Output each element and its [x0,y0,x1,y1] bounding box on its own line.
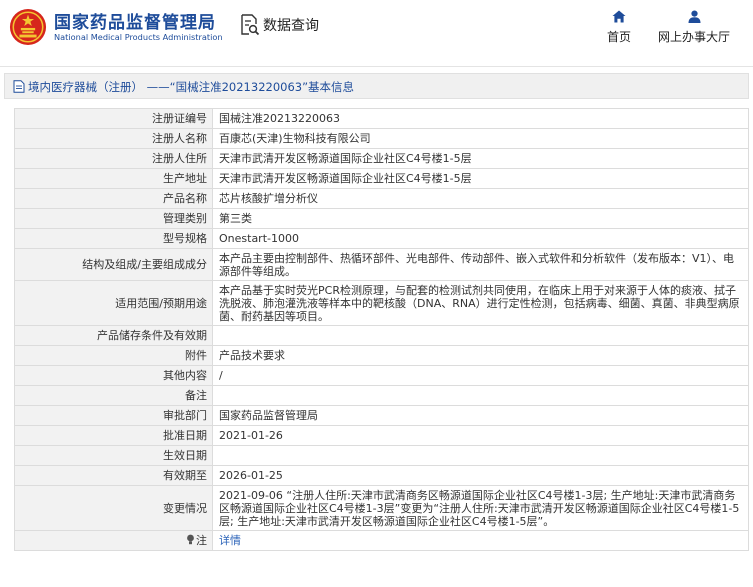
nav-service-hall[interactable]: 网上办事大厅 [651,8,737,48]
table-row: 生产地址 天津市武清开发区畅源道国际企业社区C4号楼1-5层 [14,168,749,189]
field-label: 变更情况 [14,485,213,531]
field-label: 产品储存条件及有效期 [14,325,213,346]
field-label: 结构及组成/主要组成成分 [14,248,213,281]
table-row: 适用范围/预期用途 本产品基于实时荧光PCR检测原理，与配套的检测试剂共同使用，在… [14,280,749,326]
field-label: 审批部门 [14,405,213,426]
table-row: 有效期至 2026-01-25 [14,465,749,486]
table-row: 产品储存条件及有效期 [14,325,749,346]
field-value: 本产品主要由控制部件、热循环部件、光电部件、传动部件、嵌入式软件和分析软件（发布… [212,248,749,281]
field-value: 国家药品监督管理局 [212,405,749,426]
field-value [212,445,749,466]
field-label: 型号规格 [14,228,213,249]
field-value: 2021-09-06 “注册人住所:天津市武清商务区畅源道国际企业社区C4号楼1… [212,485,749,531]
table-row: 附件 产品技术要求 [14,345,749,366]
field-label: 适用范围/预期用途 [14,280,213,326]
field-value: 国械注准20213220063 [212,108,749,129]
table-row: 注册人名称 百康芯(天津)生物科技有限公司 [14,128,749,149]
nav-home[interactable]: 首页 [599,8,639,48]
details-link[interactable]: 详情 [219,534,241,547]
field-value: Onestart-1000 [212,228,749,249]
table-row: 审批部门 国家药品监督管理局 [14,405,749,426]
field-label: 其他内容 [14,365,213,386]
note-value-cell: 详情 [212,530,749,551]
field-value: 2021-01-26 [212,425,749,446]
table-row: 产品名称 芯片核酸扩增分析仪 [14,188,749,209]
field-value: 本产品基于实时荧光PCR检测原理，与配套的检测试剂共同使用，在临床上用于对来源于… [212,280,749,326]
field-value [212,325,749,346]
field-value: 芯片核酸扩增分析仪 [212,188,749,209]
table-row: 生效日期 [14,445,749,466]
emblem-icon [9,8,47,46]
field-label: 生产地址 [14,168,213,189]
field-value: 第三类 [212,208,749,229]
site-header: 国家药品监督管理局 National Medical Products Admi… [0,0,753,56]
document-icon [13,80,25,93]
field-label: 管理类别 [14,208,213,229]
home-icon [612,10,626,23]
field-label: 有效期至 [14,465,213,486]
breadcrumb: 境内医疗器械（注册） ——“国械注准20213220063”基本信息 [4,73,749,99]
field-value: 百康芯(天津)生物科技有限公司 [212,128,749,149]
nav-home-label: 首页 [606,30,631,44]
table-row: 备注 [14,385,749,406]
field-value: 天津市武清开发区畅源道国际企业社区C4号楼1-5层 [212,168,749,189]
field-value: 产品技术要求 [212,345,749,366]
field-label: 生效日期 [14,445,213,466]
table-row: 型号规格 Onestart-1000 [14,228,749,249]
field-value: / [212,365,749,386]
user-icon [688,10,700,23]
field-label: 批准日期 [14,425,213,446]
field-label: 注册人名称 [14,128,213,149]
table-row: 注册人住所 天津市武清开发区畅源道国际企业社区C4号楼1-5层 [14,148,749,169]
brand-title-cn: 国家药品监督管理局 [54,13,216,33]
table-row: 批准日期 2021-01-26 [14,425,749,446]
field-label: 注册人住所 [14,148,213,169]
field-label: 注册证编号 [14,108,213,129]
field-label: 备注 [14,385,213,406]
table-row: 注册证编号 国械注准20213220063 [14,108,749,129]
note-label-cell: 注 [14,530,213,551]
device-detail-table: 注册证编号 国械注准20213220063 注册人名称 百康芯(天津)生物科技有限公… [14,108,749,551]
field-value [212,385,749,406]
field-value: 天津市武清开发区畅源道国际企业社区C4号楼1-5层 [212,148,749,169]
note-row: 注 详情 [14,530,749,551]
table-row: 管理类别 第三类 [14,208,749,229]
brand-title-en: National Medical Products Administration [54,32,223,42]
field-label: 附件 [14,345,213,366]
search-document-icon[interactable] [240,14,260,36]
data-query-link[interactable]: 数据查询 [263,15,319,35]
field-value: 2026-01-25 [212,465,749,486]
note-label: 注 [196,534,207,547]
lightbulb-icon [187,534,194,545]
nav-service-label: 网上办事大厅 [657,30,730,44]
table-row: 变更情况 2021-09-06 “注册人住所:天津市武清商务区畅源道国际企业社区C… [14,485,749,531]
table-row: 其他内容 / [14,365,749,386]
breadcrumb-text: 境内医疗器械（注册） ——“国械注准20213220063”基本信息 [28,80,355,94]
table-row: 结构及组成/主要组成成分 本产品主要由控制部件、热循环部件、光电部件、传动部件、嵌… [14,248,749,281]
field-label: 产品名称 [14,188,213,209]
header-divider [0,66,753,67]
